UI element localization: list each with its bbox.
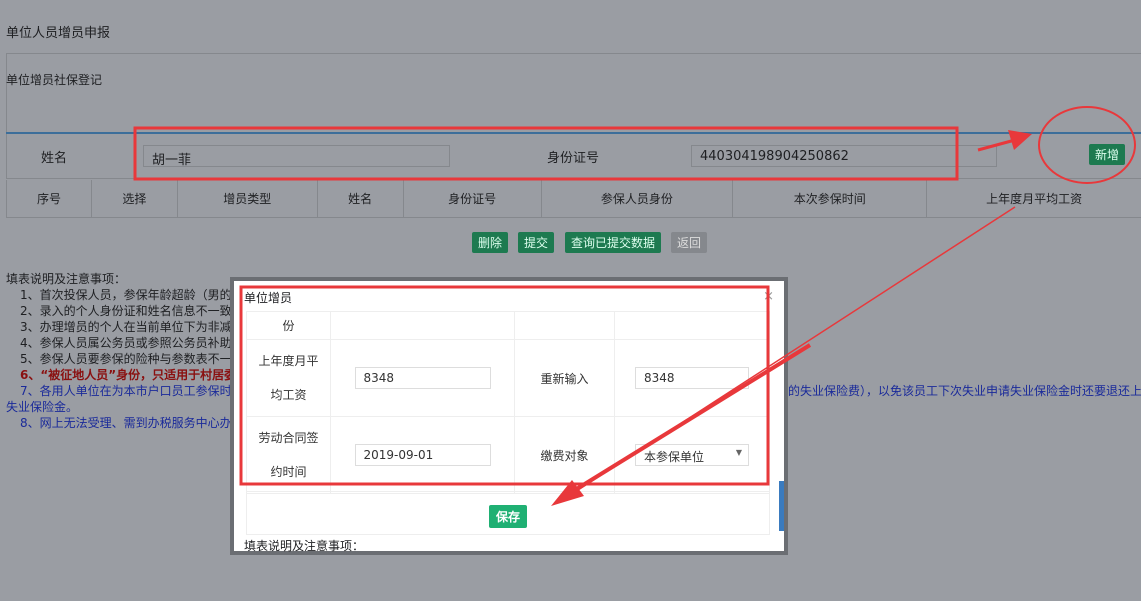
annotation-overlay — [133, 106, 1136, 506]
arrow-head — [1008, 130, 1032, 150]
annotation-arrow — [977, 138, 1016, 152]
annotation-box — [239, 285, 770, 486]
annotation-box — [133, 126, 959, 181]
annotation-arrow — [573, 343, 812, 492]
annotation-circle — [1038, 106, 1136, 184]
